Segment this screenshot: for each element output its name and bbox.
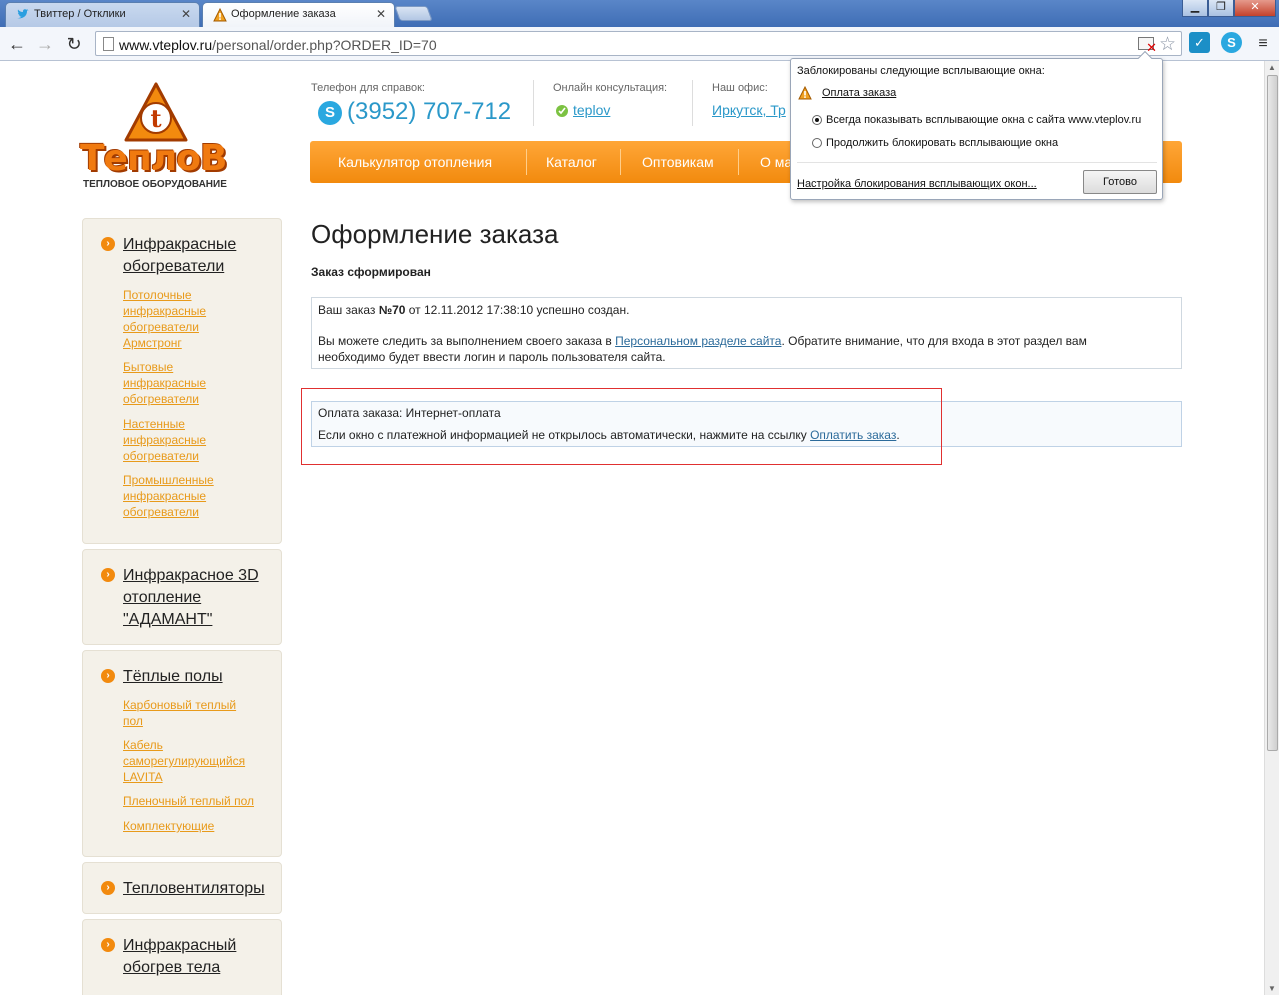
chevron-right-icon: › bbox=[101, 938, 115, 952]
forward-button[interactable]: → bbox=[34, 33, 56, 55]
done-button[interactable]: Готово bbox=[1083, 170, 1157, 194]
divider bbox=[692, 80, 693, 126]
nav-wholesale[interactable]: Оптовикам bbox=[642, 141, 714, 183]
office-label: Наш офис: bbox=[712, 82, 768, 94]
category-link[interactable]: Тёплые полы bbox=[123, 666, 223, 688]
nav-about[interactable]: О ма bbox=[760, 141, 792, 183]
browser-toolbar: ← → ↻ www.vteplov.ru/personal/order.php?… bbox=[0, 27, 1279, 61]
logo-drop-icon: t bbox=[124, 82, 188, 142]
tab-label: Твиттер / Отклики bbox=[34, 8, 126, 20]
subcategory-link[interactable]: Настенные инфракрасные обогреватели bbox=[123, 416, 206, 464]
radio-always-label[interactable]: Всегда показывать всплывающие окна с сай… bbox=[826, 114, 1141, 126]
nav-divider bbox=[738, 149, 739, 175]
category-link[interactable]: Тепловентиляторы bbox=[123, 878, 265, 900]
highlight-frame bbox=[301, 388, 942, 465]
order-created-text: Ваш заказ №70 от 12.11.2012 17:38:10 усп… bbox=[318, 303, 630, 317]
logo-subtitle: ТЕПЛОВОЕ ОБОРУДОВАНИЕ bbox=[83, 179, 227, 190]
order-info-box: Ваш заказ №70 от 12.11.2012 17:38:10 усп… bbox=[311, 297, 1182, 369]
sidebar-category-body: › Инфракрасный обогрев тела bbox=[82, 919, 282, 995]
close-window-button[interactable]: ✕ bbox=[1234, 0, 1276, 17]
chevron-right-icon: › bbox=[101, 881, 115, 895]
warning-icon bbox=[213, 8, 227, 22]
nav-divider bbox=[526, 149, 527, 175]
subcategory-link[interactable]: Бытовые инфракрасные обогреватели bbox=[123, 359, 206, 407]
radio-always-show[interactable] bbox=[812, 115, 822, 125]
category-link[interactable]: Инфракрасное 3D отопление "АДАМАНТ" bbox=[123, 565, 259, 631]
back-button[interactable]: ← bbox=[6, 33, 28, 55]
popup-blocked-icon[interactable]: ✕ bbox=[1138, 37, 1157, 55]
radio-keep-blocking-label[interactable]: Продолжить блокировать всплывающие окна bbox=[826, 137, 1058, 149]
scroll-thumb[interactable] bbox=[1267, 75, 1278, 751]
chat-icon bbox=[556, 105, 568, 117]
order-number: №70 bbox=[378, 303, 406, 317]
logo-text: ТеплоВ bbox=[80, 138, 227, 179]
chevron-right-icon: › bbox=[101, 237, 115, 251]
warning-icon bbox=[798, 86, 812, 100]
tab-strip: Твиттер / Отклики ✕ Оформление заказа ✕ … bbox=[0, 0, 1279, 27]
consult-link[interactable]: teplov bbox=[573, 102, 610, 118]
category-link[interactable]: Инфракрасные обогреватели bbox=[123, 234, 236, 278]
bubble-title: Заблокированы следующие всплывающие окна… bbox=[797, 65, 1045, 77]
restore-button[interactable]: ❐ bbox=[1208, 0, 1234, 17]
menu-icon[interactable]: ≡ bbox=[1252, 33, 1274, 55]
subcategory-link[interactable]: Промышленные инфракрасные обогреватели bbox=[123, 472, 214, 520]
extension-check-icon[interactable]: ✓ bbox=[1189, 32, 1210, 53]
close-tab-icon[interactable]: ✕ bbox=[181, 3, 191, 25]
subcategory-link[interactable]: Комплектующие bbox=[123, 818, 214, 834]
bubble-divider bbox=[797, 162, 1157, 163]
twitter-icon bbox=[17, 9, 29, 19]
radio-keep-blocking[interactable] bbox=[812, 138, 822, 148]
page-icon bbox=[103, 37, 114, 51]
skype-extension-icon[interactable]: S bbox=[1221, 32, 1242, 53]
tab-twitter[interactable]: Твиттер / Отклики ✕ bbox=[5, 2, 200, 27]
svg-text:t: t bbox=[150, 104, 161, 133]
address-bar[interactable]: www.vteplov.ru/personal/order.php?ORDER_… bbox=[95, 31, 1182, 56]
scroll-down-icon[interactable]: ▼ bbox=[1268, 984, 1276, 993]
sidebar-category-floors: › Тёплые полы Карбоновый теплый пол Кабел… bbox=[82, 650, 282, 857]
phone-number: (3952) 707-712 bbox=[347, 98, 512, 125]
subcategory-link[interactable]: Потолочные инфракрасные обогреватели Армстр… bbox=[123, 287, 206, 351]
url-text[interactable]: www.vteplov.ru/personal/order.php?ORDER_… bbox=[119, 37, 437, 53]
subcategory-link[interactable]: Кабель саморегулирующийся LAVITA bbox=[123, 737, 245, 785]
sidebar-category-fans: › Тепловентиляторы bbox=[82, 862, 282, 914]
order-track-text: Вы можете следить за выполнением своего … bbox=[318, 334, 1087, 348]
popup-blocked-bubble: Заблокированы следующие всплывающие окна… bbox=[790, 50, 1163, 200]
close-tab-icon[interactable]: ✕ bbox=[376, 3, 386, 25]
page-scrollbar[interactable]: ▲ ▼ bbox=[1264, 61, 1279, 995]
nav-divider bbox=[620, 149, 621, 175]
office-link[interactable]: Иркутск, Тр bbox=[712, 102, 786, 118]
chevron-right-icon: › bbox=[101, 568, 115, 582]
order-status: Заказ сформирован bbox=[311, 265, 431, 279]
divider bbox=[533, 80, 534, 126]
order-track-text-2: необходимо будет ввести логин и пароль п… bbox=[318, 350, 666, 364]
sidebar-category-infrared: › Инфракрасные обогреватели Потолочные инф… bbox=[82, 218, 282, 544]
chevron-right-icon: › bbox=[101, 669, 115, 683]
sidebar-category-3d: › Инфракрасное 3D отопление "АДАМАНТ" bbox=[82, 549, 282, 645]
minimize-button[interactable]: ▁ bbox=[1182, 0, 1208, 17]
page-title: Оформление заказа bbox=[311, 219, 559, 249]
reload-button[interactable]: ↻ bbox=[63, 33, 85, 55]
subcategory-link[interactable]: Пленочный теплый пол bbox=[123, 793, 254, 809]
nav-calculator[interactable]: Калькулятор отопления bbox=[338, 141, 492, 183]
subcategory-link[interactable]: Карбоновый теплый пол bbox=[123, 697, 236, 729]
skype-icon: S bbox=[318, 101, 342, 125]
phone-label: Телефон для справок: bbox=[311, 82, 425, 94]
tab-label: Оформление заказа bbox=[231, 8, 336, 20]
personal-section-link[interactable]: Персональном разделе сайта bbox=[615, 334, 781, 348]
consult-label: Онлайн консультация: bbox=[553, 82, 668, 94]
site-logo[interactable]: t ТеплоВ ТЕПЛОВОЕ ОБОРУДОВАНИЕ bbox=[80, 82, 240, 194]
nav-catalog[interactable]: Каталог bbox=[546, 141, 597, 183]
new-tab-button[interactable] bbox=[394, 6, 433, 21]
bookmark-star-icon[interactable]: ☆ bbox=[1159, 33, 1176, 56]
category-link[interactable]: Инфракрасный обогрев тела bbox=[123, 935, 236, 979]
blocked-popup-link[interactable]: Оплата заказа bbox=[822, 87, 896, 99]
scroll-up-icon[interactable]: ▲ bbox=[1268, 63, 1276, 72]
popup-settings-link[interactable]: Настройка блокирования всплывающих окон.… bbox=[797, 178, 1037, 190]
tab-order[interactable]: Оформление заказа ✕ bbox=[202, 2, 395, 27]
